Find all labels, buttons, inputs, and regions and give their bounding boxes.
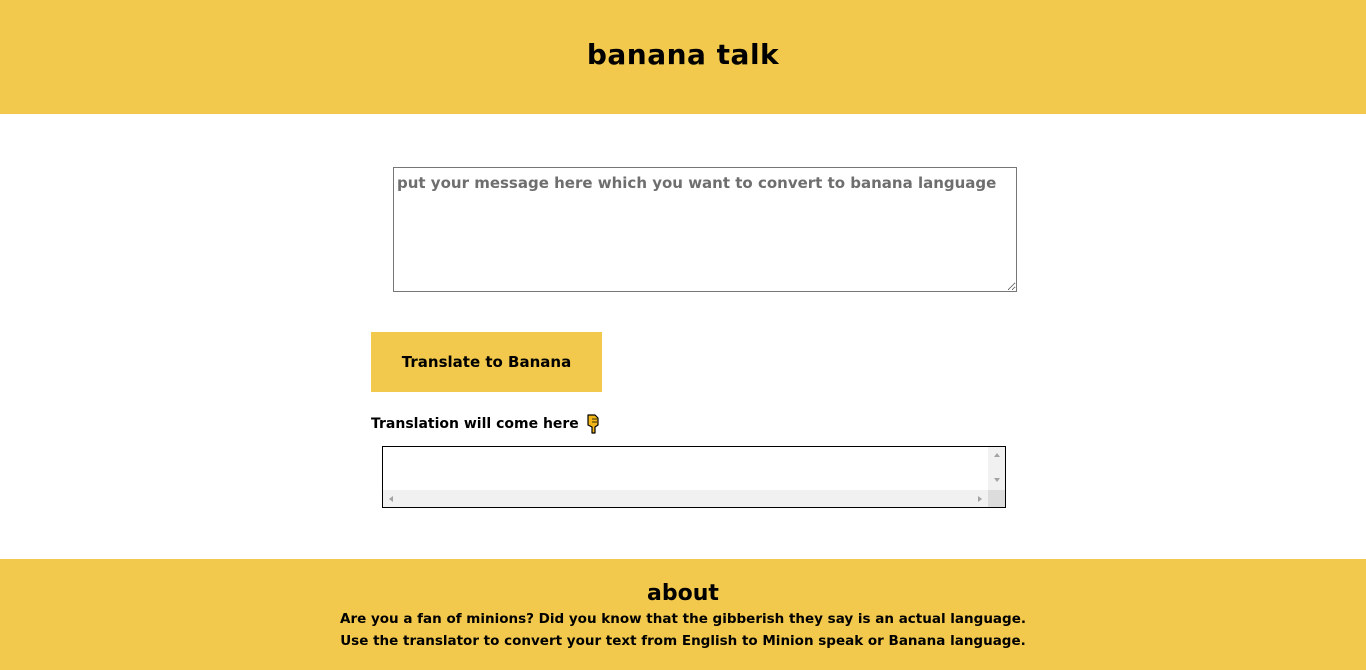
translate-button[interactable]: Translate to Banana — [371, 332, 602, 392]
scroll-left-icon[interactable] — [389, 496, 393, 502]
vertical-scrollbar[interactable] — [988, 447, 1005, 490]
scroll-down-icon[interactable] — [994, 478, 1000, 482]
output-label-text: Translation will come here — [371, 416, 579, 432]
scroll-right-icon[interactable] — [978, 496, 982, 502]
output-label: Translation will come here — [371, 413, 601, 435]
about-heading: about — [647, 581, 719, 606]
about-text-line: Are you a fan of minions? Did you know t… — [340, 611, 1026, 627]
footer-section: about Are you a fan of minions? Did you … — [0, 559, 1366, 670]
scrollbar-corner — [988, 490, 1005, 507]
scroll-up-icon[interactable] — [994, 453, 1000, 457]
about-text-line: Use the translator to convert your text … — [340, 633, 1026, 649]
app-title: banana talk — [586, 38, 780, 71]
header-bar: banana talk — [0, 0, 1366, 114]
message-input[interactable] — [393, 167, 1017, 292]
pointing-down-hand-icon — [585, 413, 601, 435]
horizontal-scrollbar[interactable] — [383, 490, 988, 507]
translation-output[interactable] — [382, 446, 1006, 508]
